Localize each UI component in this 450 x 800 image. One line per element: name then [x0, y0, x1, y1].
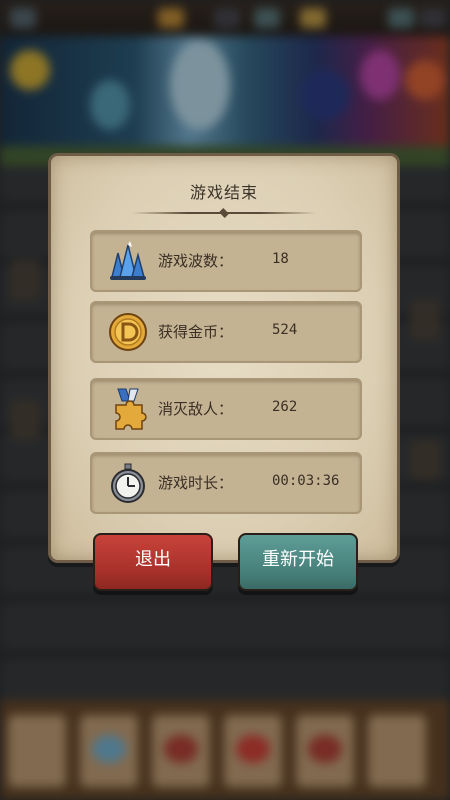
quit-button[interactable]: 退出	[93, 533, 213, 591]
stat-row-waves: 游戏波数： 18	[90, 230, 362, 292]
stat-row-duration: 游戏时长： 00:03:36	[90, 452, 362, 514]
gold-coin-icon	[106, 310, 150, 354]
stat-row-gold: 获得金币： 524	[90, 301, 362, 363]
stat-value-duration: 00:03:36	[272, 473, 340, 489]
stat-value-waves: 18	[272, 251, 289, 267]
stat-value-enemies: 262	[272, 399, 298, 415]
game-over-dialog: 游戏结束 游戏波数： 18 获得金币： 524 消灭敌人： 262 游戏时长： …	[48, 153, 400, 591]
stat-value-gold: 524	[272, 322, 298, 338]
dialog-title: 游戏结束	[189, 183, 258, 202]
stat-label-gold: 获得金币：	[158, 323, 234, 341]
stat-label-duration: 游戏时长：	[158, 474, 234, 492]
blue-crystal-icon	[106, 239, 150, 283]
restart-button[interactable]: 重新开始	[238, 533, 358, 591]
stat-label-waves: 游戏波数：	[158, 252, 234, 270]
stopwatch-icon	[106, 461, 150, 505]
title-divider	[132, 211, 316, 214]
puzzle-medal-icon	[106, 387, 150, 431]
stat-row-enemies: 消灭敌人： 262	[90, 378, 362, 440]
game-screen: 游戏结束 游戏波数： 18 获得金币： 524 消灭敌人： 262 游戏时长： …	[0, 0, 450, 800]
stat-label-enemies: 消灭敌人：	[158, 400, 234, 418]
